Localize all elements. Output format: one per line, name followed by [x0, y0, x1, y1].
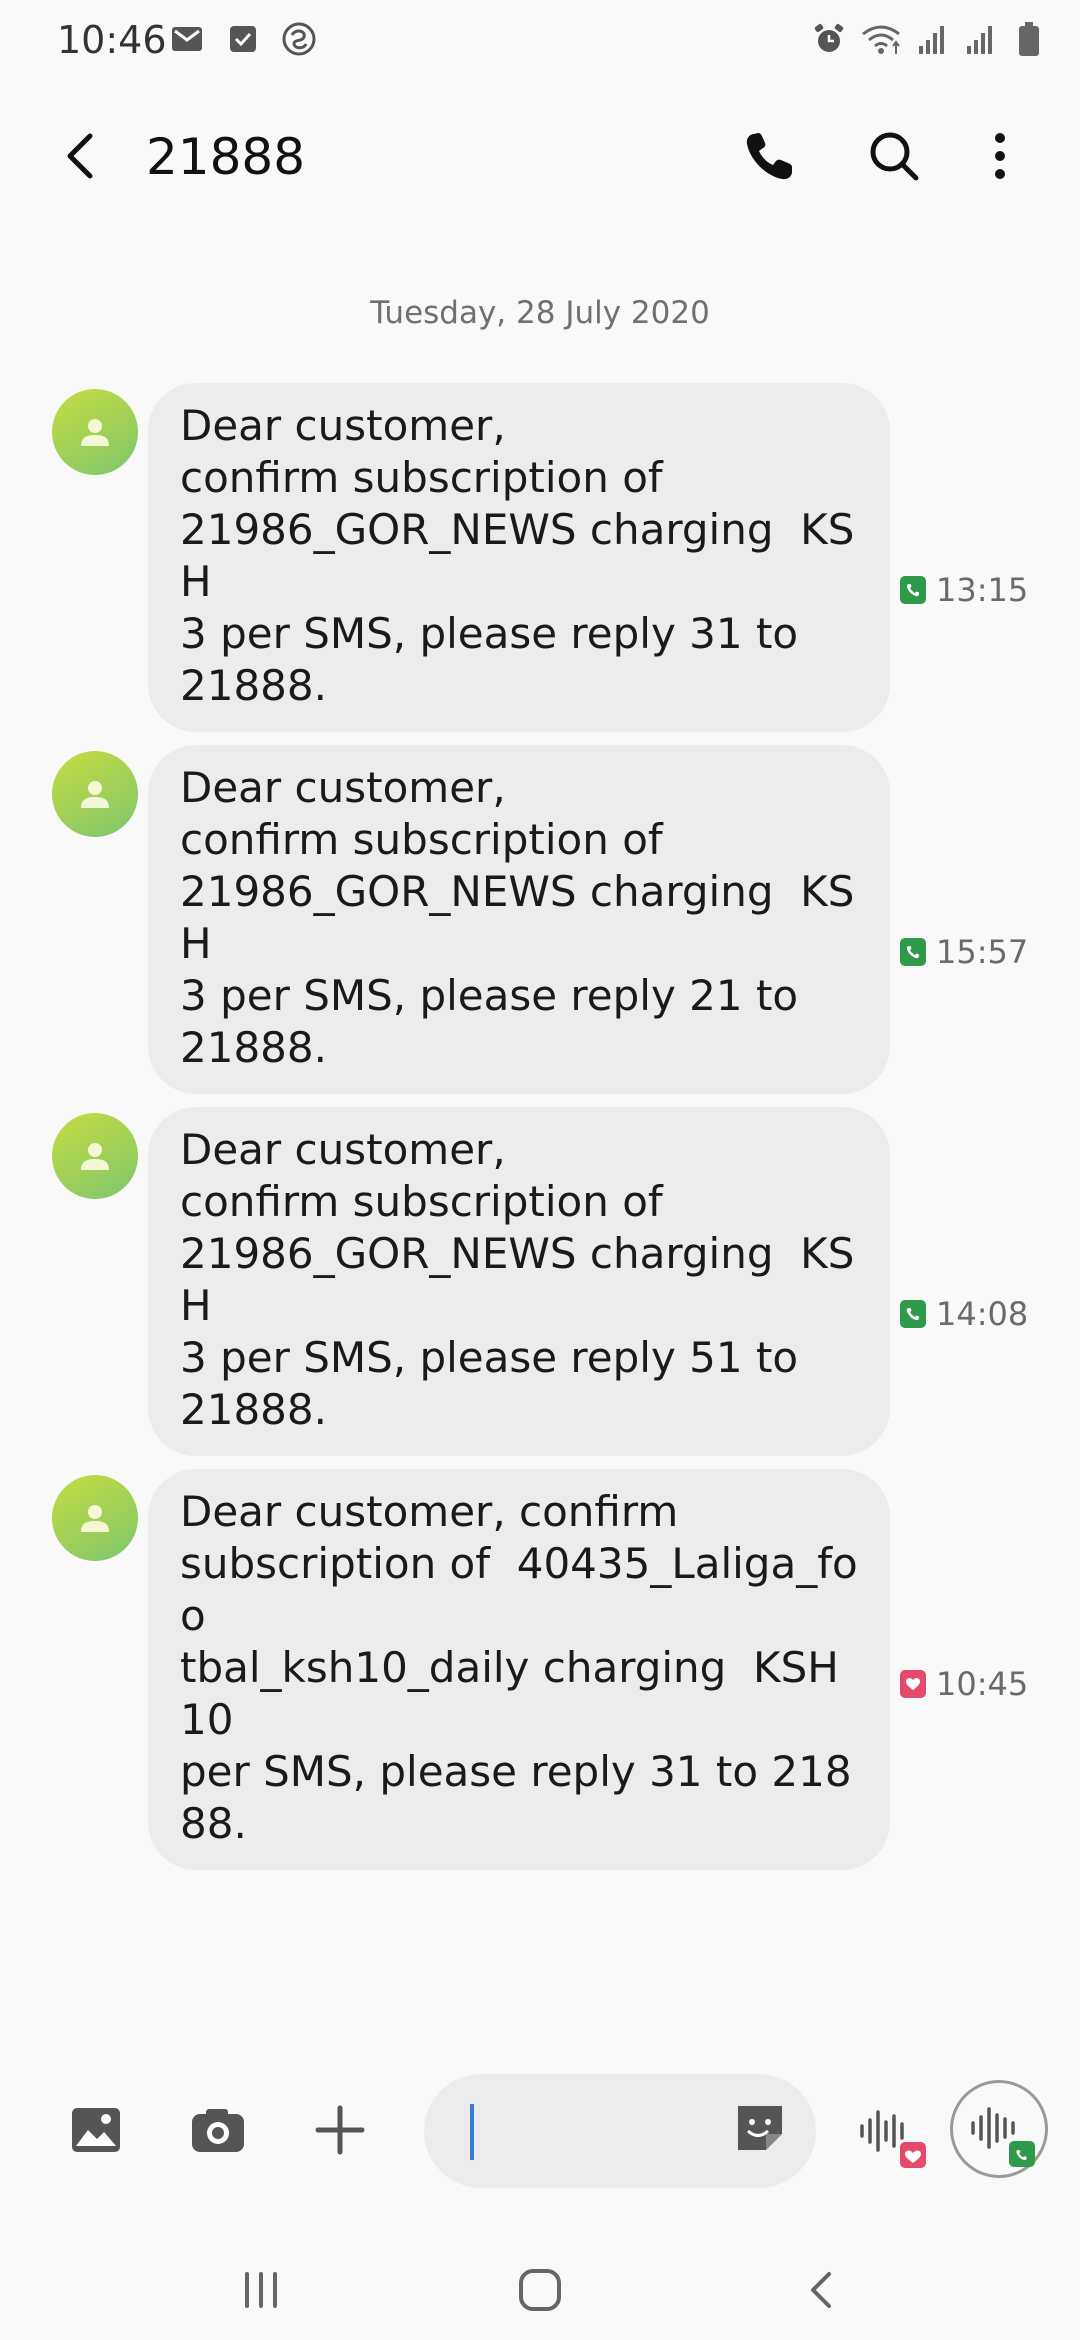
person-icon	[81, 1505, 109, 1532]
alarm-icon	[810, 20, 848, 58]
conversation-title: 21888	[146, 128, 306, 186]
message-input[interactable]	[470, 2096, 714, 2168]
add-attachment-button[interactable]	[306, 2096, 374, 2164]
message-bubble[interactable]: Dear customer, confirm subscription of 4…	[148, 1469, 890, 1870]
person-icon	[81, 419, 109, 446]
message-row: Dear customer, confirm subscription of 2…	[0, 1103, 1080, 1456]
home-icon	[519, 2269, 561, 2311]
app-swirl-icon	[280, 20, 318, 58]
text-cursor	[470, 2104, 474, 2160]
avatar[interactable]	[52, 1475, 138, 1561]
gallery-button[interactable]	[62, 2096, 130, 2164]
date-separator: Tuesday, 28 July 2020	[370, 295, 710, 331]
voice-send-sim-green-button[interactable]	[950, 2080, 1048, 2178]
message-bubble[interactable]: Dear customer, confirm subscription of 2…	[148, 745, 890, 1094]
message-time: 15:57	[936, 933, 1029, 971]
person-icon	[81, 781, 109, 808]
status-bar: 10:46	[0, 0, 1080, 80]
recent-apps-button[interactable]	[226, 2260, 296, 2320]
phone-icon	[746, 133, 792, 180]
navigation-bar	[0, 2240, 1080, 2340]
message-input-container[interactable]	[424, 2074, 816, 2188]
back-button[interactable]	[52, 124, 116, 188]
voice-sim-green-icon	[971, 2107, 1035, 2167]
plus-icon	[315, 2105, 365, 2155]
sticker-button[interactable]	[730, 2098, 794, 2162]
sim-pink-icon	[900, 1670, 926, 1698]
voice-send-sim-pink-button[interactable]	[852, 2092, 932, 2172]
back-arrow-icon	[67, 133, 93, 179]
message-list[interactable]: Tuesday, 28 July 2020 Dear customer, con…	[0, 290, 1080, 1870]
message-row: Dear customer, confirm subscription of 2…	[0, 741, 1080, 1094]
more-options-button[interactable]	[968, 124, 1032, 188]
avatar[interactable]	[52, 751, 138, 837]
checkbox-icon	[224, 20, 262, 58]
gallery-icon	[72, 2108, 120, 2152]
wifi-icon	[858, 20, 904, 58]
person-icon	[81, 1143, 109, 1170]
system-icons	[810, 20, 1048, 58]
camera-icon	[192, 2109, 244, 2152]
camera-button[interactable]	[184, 2096, 252, 2164]
search-icon	[870, 132, 919, 181]
status-time: 10:46	[57, 18, 167, 62]
avatar[interactable]	[52, 1113, 138, 1199]
sticker-icon	[738, 2106, 782, 2150]
message-row: Dear customer, confirm subscription of 4…	[0, 1465, 1080, 1870]
message-time: 13:15	[936, 571, 1029, 609]
message-group: Tuesday, 28 July 2020 Dear customer, con…	[0, 290, 1080, 732]
message-bubble[interactable]: Dear customer, confirm subscription of 2…	[148, 1107, 890, 1456]
recent-apps-icon	[245, 2272, 277, 2308]
search-button[interactable]	[862, 124, 926, 188]
call-button[interactable]	[738, 124, 802, 188]
sim-green-icon	[900, 1300, 926, 1328]
notification-icons	[168, 20, 318, 58]
message-meta: 15:57	[900, 933, 1028, 971]
sim-green-icon	[900, 576, 926, 604]
composer-bar	[0, 2056, 1080, 2206]
gmail-icon	[168, 20, 206, 58]
more-icon	[995, 133, 1005, 179]
message-time: 14:08	[936, 1295, 1029, 1333]
home-button[interactable]	[505, 2260, 575, 2320]
sim-green-icon	[900, 938, 926, 966]
back-icon	[811, 2272, 831, 2308]
signal-icon-2	[962, 20, 1000, 58]
message-time: 10:45	[936, 1665, 1029, 1703]
message-meta: 10:45	[900, 1665, 1028, 1703]
signal-icon	[914, 20, 952, 58]
message-row: Dear customer, confirm subscription of 2…	[0, 379, 1080, 732]
message-meta: 13:15	[900, 571, 1028, 609]
message-meta: 14:08	[900, 1295, 1028, 1333]
nav-back-button[interactable]	[788, 2260, 858, 2320]
message-bubble[interactable]: Dear customer, confirm subscription of 2…	[148, 383, 890, 732]
avatar[interactable]	[52, 389, 138, 475]
voice-sim-pink-icon	[860, 2110, 926, 2168]
conversation-header: 21888	[0, 100, 1080, 210]
battery-icon	[1010, 20, 1048, 58]
